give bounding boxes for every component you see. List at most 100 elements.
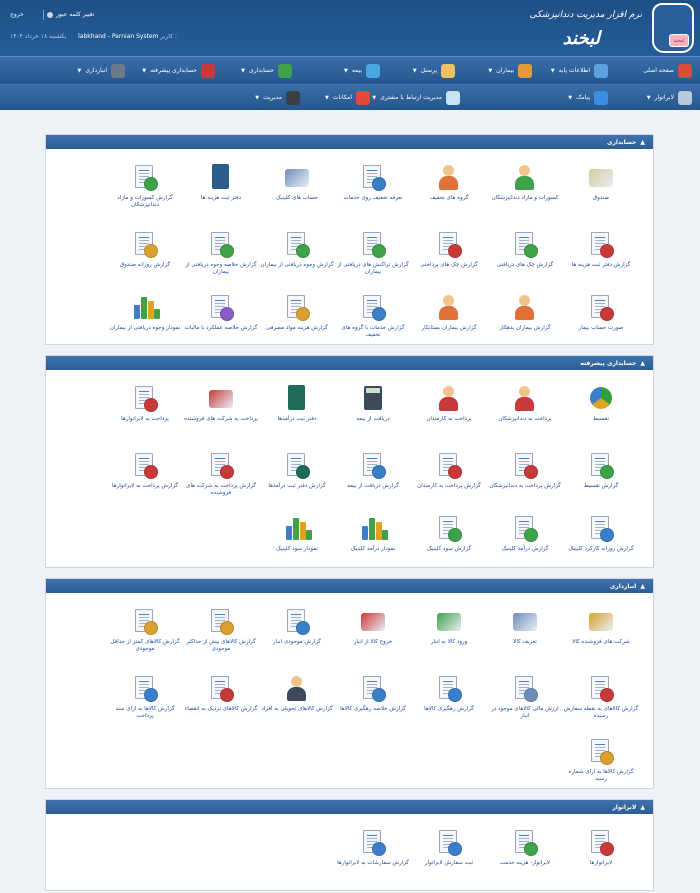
shortcut-tile[interactable]: گزارش دفتر ثبت درآمدها	[259, 451, 335, 490]
shortcut-label[interactable]: گزارش موجودی انبار	[259, 639, 335, 646]
shortcut-tile[interactable]: لابراتوار- هزینه خدمت	[487, 828, 563, 867]
shortcut-label[interactable]: گزارش بیماران بدهکار	[487, 325, 563, 332]
shortcut-label[interactable]: پرداخت به لابراتوارها	[107, 416, 183, 423]
shortcut-tile[interactable]: گزارش کالاها به ازای سند پرداخت	[107, 674, 183, 720]
shortcut-tile[interactable]: گزارش تراکنش های دریافتی از بیماران	[335, 230, 411, 276]
collapse-toggle-icon[interactable]: ▲	[640, 804, 645, 811]
shortcut-label[interactable]: گزارش پرداخت به شرکت های فروشنده	[183, 483, 259, 497]
shortcut-label[interactable]: گروه های تخفیف	[411, 195, 487, 202]
shortcut-label[interactable]: پرداخت به کارمندان	[411, 416, 487, 423]
shortcut-label[interactable]: تعرفه تخفیف روی خدمات	[335, 195, 411, 202]
shortcut-label[interactable]: گزارش پرداخت به دندانپزشکان	[487, 483, 563, 490]
menu-item-r1-5[interactable]: حسابداری ▼	[241, 57, 292, 84]
shortcut-label[interactable]: شرکت های فروشنده کالا	[563, 639, 639, 646]
shortcut-label[interactable]: دفتر ثبت هزینه ها	[183, 195, 259, 202]
shortcut-tile[interactable]: لابراتوارها	[563, 828, 639, 867]
shortcut-label[interactable]: پرداخت به شرکت های فروشنده	[183, 416, 259, 423]
shortcut-tile[interactable]: صندوق	[563, 163, 639, 202]
shortcut-tile[interactable]: کسورات و مازاد دندانپزشکان	[487, 163, 563, 202]
shortcut-tile[interactable]: پرداخت به دندانپزشکان	[487, 384, 563, 423]
shortcut-tile[interactable]: گزارش موجودی انبار	[259, 607, 335, 646]
shortcut-tile[interactable]: گزارش چک های پرداختی	[411, 230, 487, 269]
shortcut-label[interactable]: گزارش تراکنش های دریافتی از بیماران	[335, 262, 411, 276]
shortcut-tile[interactable]: گزارش خلاصه وجوه دریافتی از بیماران	[183, 230, 259, 276]
shortcut-tile[interactable]: گزارش کالاهای تحویلی به افراد	[259, 674, 335, 713]
shortcut-tile[interactable]: دفتر ثبت هزینه ها	[183, 163, 259, 202]
shortcut-label[interactable]: گزارش بیماران بستانکار	[411, 325, 487, 332]
shortcut-label[interactable]: گزارش کالاهای نزدیک به انقضاء	[183, 706, 259, 713]
shortcut-label[interactable]: نمودار سود کلینیک	[259, 546, 335, 553]
shortcut-label[interactable]: گزارش روزانه کارکرد کلینیک	[563, 546, 639, 553]
shortcut-tile[interactable]: نمودار درآمد کلینیک	[335, 514, 411, 553]
shortcut-tile[interactable]: گزارش پرداخت به شرکت های فروشنده	[183, 451, 259, 497]
shortcut-label[interactable]: دفتر ثبت درآمدها	[259, 416, 335, 423]
shortcut-tile[interactable]: گزارش روزانه صندوق	[107, 230, 183, 269]
shortcut-tile[interactable]: ثبت سفارش لابراتوار	[411, 828, 487, 867]
shortcut-label[interactable]: گزارش کسورات و مازاد دندانپزشکان	[107, 195, 183, 209]
shortcut-label[interactable]: گزارش کالاها به ازای شماره رسید	[563, 769, 639, 783]
shortcut-label[interactable]: گزارش دریافت از بیمه	[335, 483, 411, 490]
menu-item-r2-1[interactable]: پیامک ▼	[568, 85, 608, 110]
shortcut-tile[interactable]: صورت حساب بیمار	[563, 293, 639, 332]
menu-item-r1-7[interactable]: انبارداری ▼	[77, 57, 125, 84]
menu-item-r1-3[interactable]: پرسنل ▼	[413, 57, 455, 84]
section-header[interactable]: حسابداری ▲	[46, 135, 653, 149]
shortcut-tile[interactable]: گزارش دریافت از بیمه	[335, 451, 411, 490]
shortcut-label[interactable]: گزارش هزینه مواد مصرفی	[259, 325, 335, 332]
shortcut-label[interactable]: گزارش کالاها به ازای سند پرداخت	[107, 706, 183, 720]
shortcut-label[interactable]: گزارش سفارشات به لابراتوارها	[335, 860, 411, 867]
shortcut-tile[interactable]: گزارش سفارشات به لابراتوارها	[335, 828, 411, 867]
shortcut-tile[interactable]: پرداخت به شرکت های فروشنده	[183, 384, 259, 423]
menu-item-r1-4[interactable]: بیمه ▼	[344, 57, 380, 84]
shortcut-label[interactable]: ورود کالا به انبار	[411, 639, 487, 646]
menu-item-r2-2[interactable]: مدیریت ارتباط با مشتری ▼	[372, 85, 460, 110]
shortcut-tile[interactable]: گزارش پرداخت به لابراتوارها	[107, 451, 183, 490]
shortcut-tile[interactable]: پرداخت به کارمندان	[411, 384, 487, 423]
shortcut-tile[interactable]: شرکت های فروشنده کالا	[563, 607, 639, 646]
menu-item-r1-0[interactable]: صفحه اصلی	[643, 57, 692, 84]
shortcut-tile[interactable]: گزارش درآمد کلینیک	[487, 514, 563, 553]
shortcut-label[interactable]: گزارش چک های دریافتی	[487, 262, 563, 269]
shortcut-tile[interactable]: گزارش چک های دریافتی	[487, 230, 563, 269]
shortcut-label[interactable]: گزارش کالاهای تحویلی به افراد	[259, 706, 335, 713]
shortcut-label[interactable]: گزارش سود کلینیک	[411, 546, 487, 553]
shortcut-label[interactable]: گزارش خلاصه وجوه دریافتی از بیماران	[183, 262, 259, 276]
shortcut-tile[interactable]: نمودار سود کلینیک	[259, 514, 335, 553]
shortcut-tile[interactable]: گزارش روزانه کارکرد کلینیک	[563, 514, 639, 553]
change-password-button[interactable]: تغییر کلمه عبور	[47, 8, 94, 22]
shortcut-tile[interactable]: ارزش مالی کالاهای موجود در انبار	[487, 674, 563, 720]
shortcut-tile[interactable]: گزارش بیماران بدهکار	[487, 293, 563, 332]
shortcut-tile[interactable]: گزارش هزینه مواد مصرفی	[259, 293, 335, 332]
shortcut-tile[interactable]: گزارش بیماران بستانکار	[411, 293, 487, 332]
shortcut-tile[interactable]: تعریف کالا	[487, 607, 563, 646]
shortcut-tile[interactable]: گزارش کالاها به ازای شماره رسید	[563, 737, 639, 783]
shortcut-tile[interactable]: گزارش سود کلینیک	[411, 514, 487, 553]
shortcut-tile[interactable]: گزارش خلاصه عملکرد با مالیات	[183, 293, 259, 332]
shortcut-label[interactable]: دریافت از بیمه	[335, 416, 411, 423]
shortcut-label[interactable]: نمودار وجوه دریافتی از بیماران	[107, 325, 183, 332]
shortcut-label[interactable]: گزارش خلاصه عملکرد با مالیات	[183, 325, 259, 332]
menu-item-r2-0[interactable]: لابراتوار ▼	[647, 85, 692, 110]
shortcut-label[interactable]: پرداخت به دندانپزشکان	[487, 416, 563, 423]
shortcut-tile[interactable]: گزارش کالاهای به نقطه سفارش رسیده	[563, 674, 639, 720]
shortcut-tile[interactable]: گزارش دفتر ثبت هزینه ها	[563, 230, 639, 269]
shortcut-label[interactable]: نمودار درآمد کلینیک	[335, 546, 411, 553]
shortcut-tile[interactable]: تقسیط	[563, 384, 639, 423]
shortcut-tile[interactable]: گزارش تقسیط	[563, 451, 639, 490]
shortcut-label[interactable]: گزارش خدمات با گروه های تخفیف	[335, 325, 411, 339]
menu-item-r2-3[interactable]: امکانات ▼	[325, 85, 370, 110]
shortcut-label[interactable]: گزارش کالاهای به نقطه سفارش رسیده	[563, 706, 639, 720]
menu-item-r1-2[interactable]: بیماران ▼	[488, 57, 532, 84]
shortcut-tile[interactable]: ورود کالا به انبار	[411, 607, 487, 646]
shortcut-tile[interactable]: گزارش وجوه دریافتی از بیماران	[259, 230, 335, 269]
shortcut-tile[interactable]: دفتر ثبت درآمدها	[259, 384, 335, 423]
shortcut-label[interactable]: گزارش تقسیط	[563, 483, 639, 490]
menu-item-r1-1[interactable]: اطلاعات پایه ▼	[551, 57, 608, 84]
shortcut-label[interactable]: صندوق	[563, 195, 639, 202]
shortcut-tile[interactable]: گزارش خدمات با گروه های تخفیف	[335, 293, 411, 339]
shortcut-tile[interactable]: دریافت از بیمه	[335, 384, 411, 423]
section-header[interactable]: انبارداری ▲	[46, 579, 653, 593]
shortcut-tile[interactable]: تعرفه تخفیف روی خدمات	[335, 163, 411, 202]
shortcut-tile[interactable]: گروه های تخفیف	[411, 163, 487, 202]
shortcut-tile[interactable]: گزارش کالاهای کمتر از حداقل موجودی	[107, 607, 183, 653]
